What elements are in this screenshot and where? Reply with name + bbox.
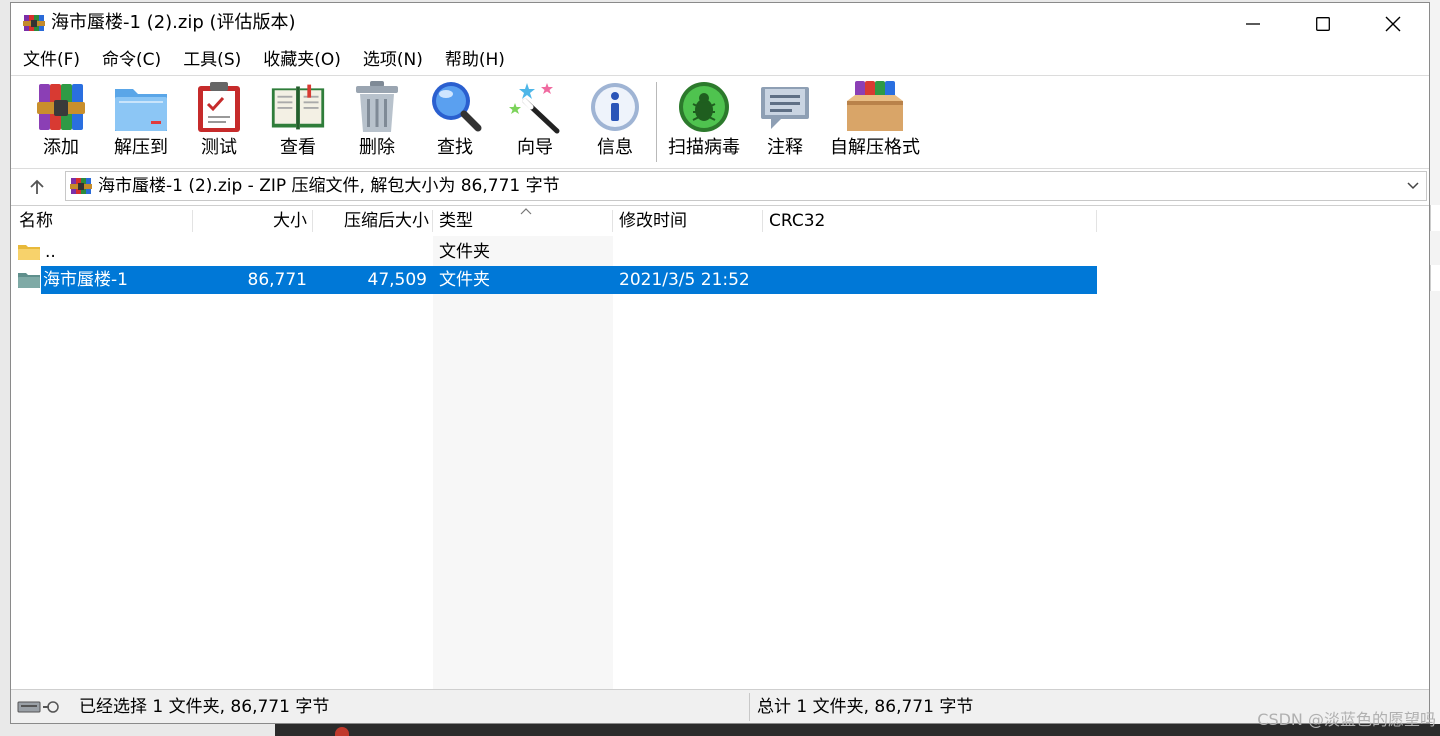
book-view-icon (271, 84, 325, 130)
column-header-name[interactable]: 名称 (11, 206, 193, 236)
table-row-parent[interactable]: .. 文件夹 (11, 238, 1097, 266)
comment-label: 注释 (767, 137, 803, 158)
test-label: 测试 (201, 137, 237, 158)
menu-commands[interactable]: 命令(C) (91, 45, 172, 75)
column-header-packed-label: 压缩后大小 (344, 211, 429, 231)
test-button[interactable]: 测试 (191, 78, 247, 164)
status-divider (749, 693, 750, 721)
close-button[interactable] (1358, 3, 1428, 45)
arrow-up-icon (30, 179, 44, 194)
title-bar: 海市蜃楼-1 (2).zip (评估版本) (11, 3, 1429, 45)
minimize-icon (1246, 23, 1260, 25)
virus-scan-label: 扫描病毒 (668, 137, 740, 158)
watermark-text: CSDN @淡蓝色的愿望吗 (1257, 710, 1436, 729)
add-archive-icon (37, 84, 85, 130)
menu-help[interactable]: 帮助(H) (434, 45, 516, 75)
column-header-packed[interactable]: 压缩后大小 (313, 206, 433, 236)
maximize-icon (1316, 17, 1330, 31)
comment-button[interactable]: 注释 (757, 78, 813, 164)
magnifier-find-icon (432, 82, 482, 132)
path-text: 海市蜃楼-1 (2).zip - ZIP 压缩文件, 解包大小为 86,771 … (98, 176, 560, 196)
row-type: 文件夹 (439, 242, 490, 262)
sfx-button[interactable]: 自解压格式 (829, 78, 921, 164)
maximize-button[interactable] (1288, 3, 1358, 45)
folder-icon (18, 273, 40, 288)
column-header-crc32[interactable]: CRC32 (763, 206, 1097, 236)
column-header-type-label: 类型 (439, 211, 473, 231)
winrar-window: 海市蜃楼-1 (2).zip (评估版本) 文件(F) 命令(C) 工具(S) … (10, 2, 1430, 724)
trash-delete-icon (356, 81, 398, 132)
wizard-label: 向导 (517, 137, 553, 158)
menu-tools[interactable]: 工具(S) (172, 45, 252, 75)
row-modified: 2021/3/5 21:52 (619, 270, 750, 290)
background-chip (1430, 265, 1440, 291)
delete-button[interactable]: 删除 (349, 78, 405, 164)
address-bar: 海市蜃楼-1 (2).zip - ZIP 压缩文件, 解包大小为 86,771 … (11, 168, 1429, 205)
toolbar-separator (656, 82, 657, 162)
menu-favorites[interactable]: 收藏夹(O) (252, 45, 352, 75)
virus-scan-button[interactable]: 扫描病毒 (667, 78, 741, 164)
extract-to-label: 解压到 (114, 137, 168, 158)
info-button[interactable]: 信息 (587, 78, 643, 164)
status-total-text: 总计 1 文件夹, 86,771 字节 (757, 697, 974, 717)
sfx-box-icon (847, 81, 903, 131)
minimize-button[interactable] (1218, 3, 1288, 45)
window-title: 海市蜃楼-1 (2).zip (评估版本) (51, 12, 296, 33)
row-type: 文件夹 (439, 270, 490, 290)
row-size: 86,771 (247, 270, 307, 290)
find-label: 查找 (437, 137, 473, 158)
magic-wand-wizard-icon (509, 83, 560, 134)
wizard-button[interactable]: 向导 (507, 78, 563, 164)
info-label: 信息 (597, 137, 633, 158)
archive-icon (70, 178, 92, 194)
row-name: .. (45, 242, 56, 262)
clipboard-test-icon (198, 82, 240, 132)
view-label: 查看 (280, 137, 316, 158)
menu-options[interactable]: 选项(N) (352, 45, 434, 75)
row-name: 海市蜃楼-1 (43, 270, 128, 290)
toolbar: 添加 解压到 测试 查看 删除 查找 向导 信息 扫描病毒 注释 自解压格式 (11, 75, 1429, 168)
column-header-modified[interactable]: 修改时间 (613, 206, 763, 236)
list-header: 名称 大小 压缩后大小 类型 修改时间 CRC32 (11, 206, 1429, 236)
status-bar: 已经选择 1 文件夹, 86,771 字节 总计 1 文件夹, 86,771 字… (11, 689, 1429, 723)
table-row-selected[interactable]: 海市蜃楼-1 86,771 47,509 文件夹 2021/3/5 21:52 (11, 266, 1097, 294)
sorted-column-highlight (433, 236, 613, 690)
menu-bar: 文件(F) 命令(C) 工具(S) 收藏夹(O) 选项(N) 帮助(H) (11, 45, 1429, 75)
sfx-label: 自解压格式 (830, 137, 920, 158)
add-button[interactable]: 添加 (33, 78, 89, 164)
path-combobox[interactable]: 海市蜃楼-1 (2).zip - ZIP 压缩文件, 解包大小为 86,771 … (65, 171, 1427, 201)
row-packed: 47,509 (367, 270, 427, 290)
bug-scan-icon (679, 82, 729, 132)
column-header-crc32-label: CRC32 (769, 211, 826, 231)
menu-file[interactable]: 文件(F) (11, 45, 91, 75)
column-header-size[interactable]: 大小 (193, 206, 313, 236)
find-button[interactable]: 查找 (427, 78, 483, 164)
view-button[interactable]: 查看 (267, 78, 329, 164)
sort-ascending-icon (520, 208, 532, 215)
background-chip (1430, 205, 1440, 231)
up-folder-button[interactable] (23, 173, 51, 201)
delete-label: 删除 (359, 137, 395, 158)
column-header-size-label: 大小 (273, 211, 307, 231)
taskbar-app-icon (335, 727, 349, 736)
background-app-strip (1430, 0, 1440, 736)
info-icon (591, 83, 639, 131)
status-selection-text: 已经选择 1 文件夹, 86,771 字节 (79, 697, 330, 717)
chevron-down-icon[interactable] (1406, 178, 1420, 192)
drive-key-icon (17, 701, 59, 713)
add-label: 添加 (43, 137, 79, 158)
column-header-modified-label: 修改时间 (619, 211, 687, 231)
column-header-name-label: 名称 (19, 211, 53, 231)
speech-bubble-comment-icon (761, 87, 809, 129)
winrar-app-icon (23, 15, 45, 31)
file-list: 名称 大小 压缩后大小 类型 修改时间 CRC32 .. 文件夹 海市蜃楼-1 … (11, 205, 1429, 690)
close-icon (1385, 16, 1401, 32)
folder-extract-icon (115, 89, 167, 131)
folder-icon (18, 245, 40, 260)
extract-to-button[interactable]: 解压到 (111, 78, 171, 164)
